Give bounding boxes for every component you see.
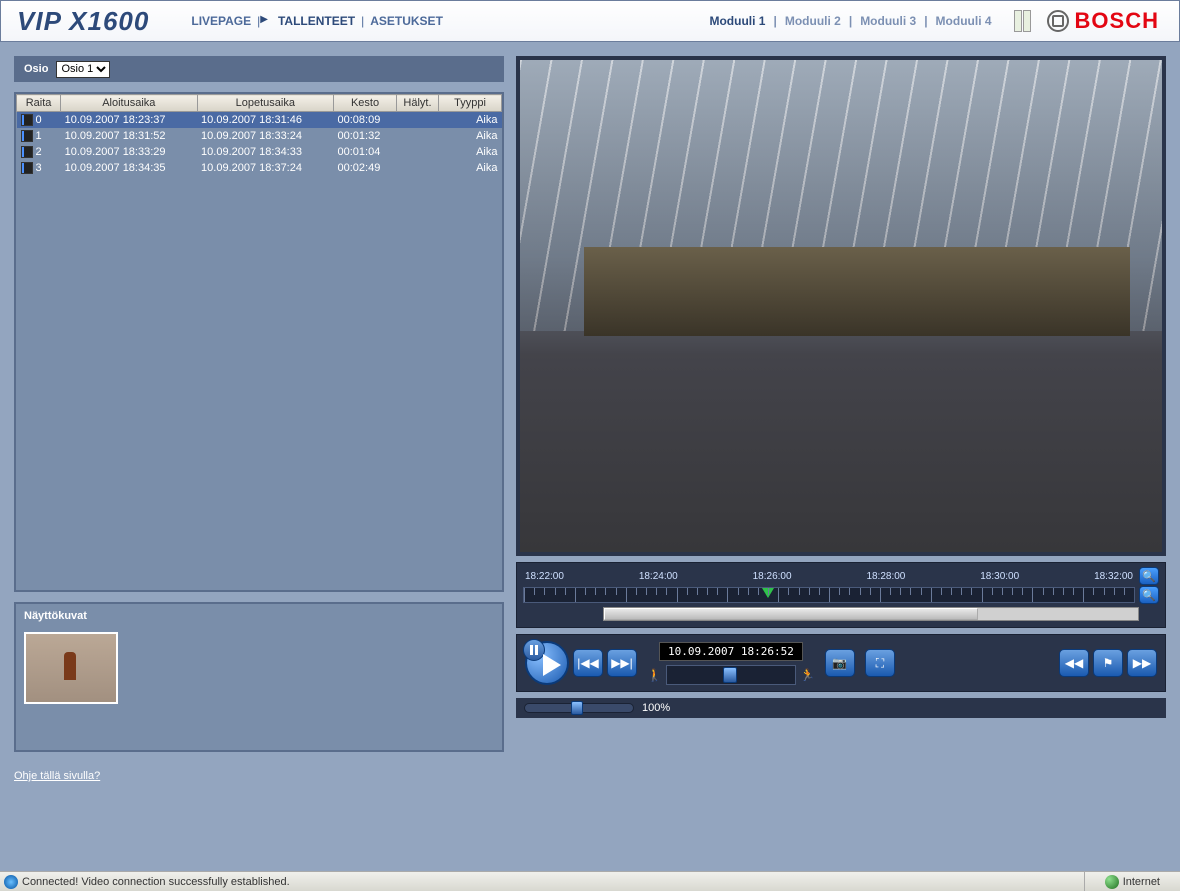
col-track[interactable]: Raita xyxy=(17,95,61,112)
skip-end-button[interactable]: ▶▶| xyxy=(607,649,637,677)
timeline-tick-label: 18:32:00 xyxy=(1094,571,1133,582)
browser-icon xyxy=(4,875,18,889)
partition-selector-bar: Osio Osio 1 xyxy=(14,56,504,82)
fullscreen-button[interactable]: ⛶ xyxy=(865,649,895,677)
module-3[interactable]: Moduuli 3 xyxy=(856,14,920,28)
timeline-zoom-in-button[interactable]: 🔍 xyxy=(1139,567,1159,585)
table-row[interactable]: 110.09.2007 18:31:5210.09.2007 18:33:240… xyxy=(17,128,502,144)
screenshot-thumbnail[interactable] xyxy=(24,632,118,704)
timeline-tick-label: 18:28:00 xyxy=(866,571,905,582)
video-content xyxy=(520,60,1162,552)
module-4[interactable]: Moduuli 4 xyxy=(932,14,996,28)
partition-label: Osio xyxy=(24,63,48,75)
timeline-panel: 18:22:00 18:24:00 18:26:00 18:28:00 18:30:00… xyxy=(516,562,1166,628)
main-nav: LIVEPAGE | ▶ TALLENTEET | ASETUKSET xyxy=(165,14,449,28)
col-type[interactable]: Tyyppi xyxy=(438,95,501,112)
timeline-labels: 18:22:00 18:24:00 18:26:00 18:28:00 18:30:00… xyxy=(523,571,1135,582)
bookmark-button[interactable]: ⚑ xyxy=(1093,649,1123,677)
table-row[interactable]: 210.09.2007 18:33:2910.09.2007 18:34:330… xyxy=(17,144,502,160)
module-2[interactable]: Moduuli 2 xyxy=(781,14,845,28)
right-column: 18:22:00 18:24:00 18:26:00 18:28:00 18:30:00… xyxy=(516,56,1166,857)
video-player[interactable] xyxy=(516,56,1166,556)
timeline-scrollbar[interactable] xyxy=(603,607,1139,621)
screenshots-panel: Näyttökuvat xyxy=(14,602,504,752)
skip-start-button[interactable]: |◀◀ xyxy=(573,649,603,677)
zoom-bar: 100% xyxy=(516,698,1166,718)
zone-text: Internet xyxy=(1123,876,1160,888)
header-bar: VIP X1600 LIVEPAGE | ▶ TALLENTEET | ASET… xyxy=(0,0,1180,42)
product-name: VIP X1600 xyxy=(1,6,165,37)
module-tabs: Moduuli 1 | Moduuli 2 | Moduuli 3 | Modu… xyxy=(705,14,1005,28)
film-icon xyxy=(21,130,33,142)
partition-select[interactable]: Osio 1 xyxy=(56,61,110,78)
fast-forward-button[interactable]: ▶▶ xyxy=(1127,649,1157,677)
recordings-panel: Raita Aloitusaika Lopetusaika Kesto Häly… xyxy=(14,92,504,592)
snapshot-button[interactable]: 📷 xyxy=(825,649,855,677)
pause-button[interactable] xyxy=(523,639,545,661)
nav-settings[interactable]: ASETUKSET xyxy=(364,14,449,28)
screenshots-title: Näyttökuvat xyxy=(16,604,502,628)
timeline-tick-label: 18:26:00 xyxy=(753,571,792,582)
table-row[interactable]: 010.09.2007 18:23:3710.09.2007 18:31:460… xyxy=(17,112,502,129)
timeline-tick-label: 18:30:00 xyxy=(980,571,1019,582)
film-icon xyxy=(21,162,33,174)
col-end[interactable]: Lopetusaika xyxy=(197,95,333,112)
play-button[interactable] xyxy=(525,641,569,685)
speed-slider[interactable] xyxy=(666,665,796,685)
nav-livepage[interactable]: LIVEPAGE xyxy=(185,14,257,28)
col-duration[interactable]: Kesto xyxy=(334,95,397,112)
film-icon xyxy=(21,114,33,126)
status-text: Connected! Video connection successfully… xyxy=(22,876,290,888)
film-icon xyxy=(21,146,33,158)
col-start[interactable]: Aloitusaika xyxy=(61,95,197,112)
timeline-tick-label: 18:24:00 xyxy=(639,571,678,582)
globe-icon xyxy=(1105,875,1119,889)
timeline-ruler[interactable] xyxy=(523,587,1135,603)
recordings-table: Raita Aloitusaika Lopetusaika Kesto Häly… xyxy=(16,94,502,176)
playback-controls: |◀◀ ▶▶| 10.09.2007 18:26:52 🚶 🏃 📷 ⛶ ◀◀ ⚑… xyxy=(516,634,1166,692)
brand-logo: BOSCH xyxy=(1039,8,1179,34)
module-1[interactable]: Moduuli 1 xyxy=(705,14,769,28)
signal-indicator-icon xyxy=(1006,10,1039,32)
speed-fast-icon: 🏃 xyxy=(800,668,815,682)
col-alarm[interactable]: Hälyt. xyxy=(397,95,439,112)
nav-recordings[interactable]: TALLENTEET xyxy=(272,14,361,28)
security-zone: Internet xyxy=(1084,872,1180,891)
nav-active-indicator-icon: ▶ xyxy=(260,14,268,28)
timeline-zoom-out-button[interactable]: 🔍 xyxy=(1139,586,1159,604)
table-row[interactable]: 310.09.2007 18:34:3510.09.2007 18:37:240… xyxy=(17,160,502,176)
left-column: Osio Osio 1 Raita Aloitusaika Lopetusaik… xyxy=(14,56,504,857)
zoom-value: 100% xyxy=(642,702,670,714)
brand-text: BOSCH xyxy=(1075,8,1159,34)
timeline-tick-label: 18:22:00 xyxy=(525,571,564,582)
main-area: Osio Osio 1 Raita Aloitusaika Lopetusaik… xyxy=(0,42,1180,871)
bosch-anchor-icon xyxy=(1047,10,1069,32)
speed-slow-icon: 🚶 xyxy=(647,668,662,682)
status-bar: Connected! Video connection successfully… xyxy=(0,871,1180,891)
rewind-button[interactable]: ◀◀ xyxy=(1059,649,1089,677)
help-link[interactable]: Ohje tällä sivulla? xyxy=(14,762,504,782)
zoom-slider[interactable] xyxy=(524,703,634,713)
playback-timestamp: 10.09.2007 18:26:52 xyxy=(659,642,803,661)
